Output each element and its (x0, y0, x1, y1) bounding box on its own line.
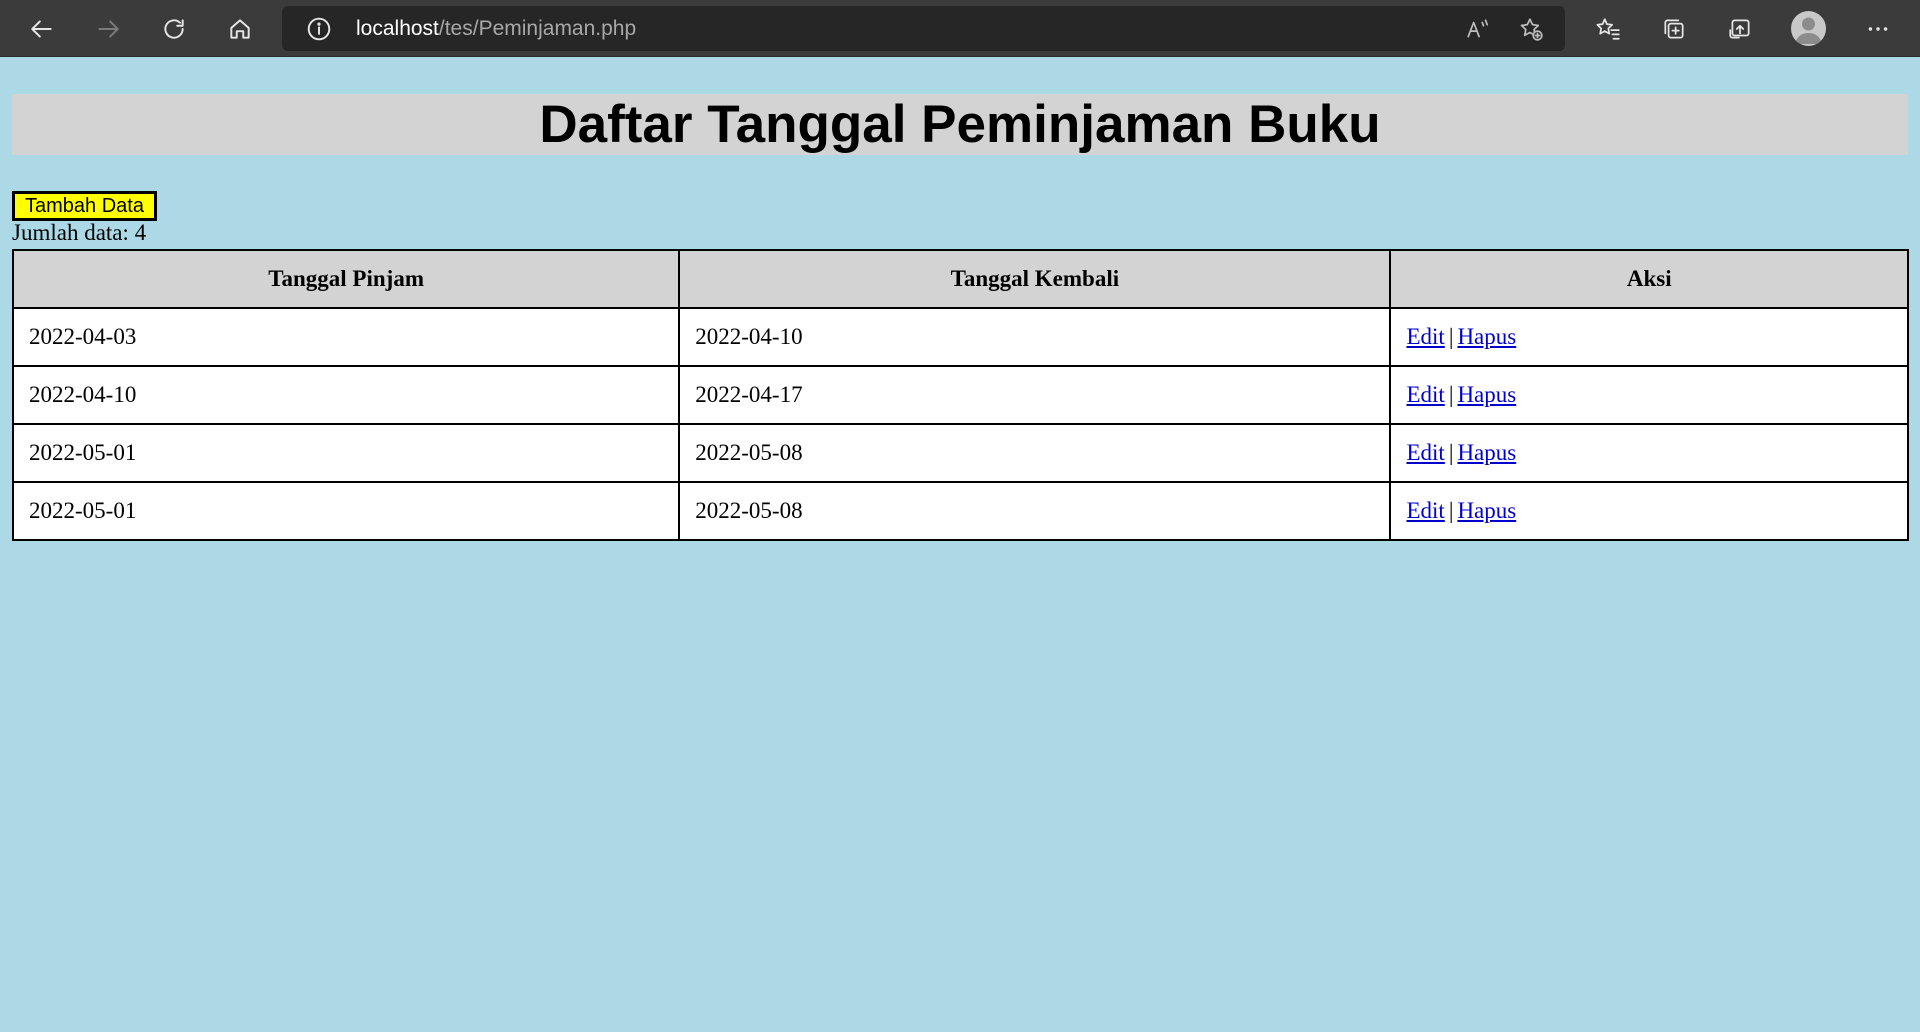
share-button[interactable] (1720, 9, 1760, 49)
add-data-button[interactable]: Tambah Data (12, 191, 157, 221)
more-icon (1868, 27, 1888, 31)
cell-aksi: Edit | Hapus (1389, 365, 1909, 425)
cell-tanggal-kembali: 2022-05-08 (678, 423, 1392, 483)
home-button[interactable] (220, 9, 260, 49)
cell-tanggal-kembali: 2022-05-08 (678, 481, 1392, 541)
reload-icon (164, 19, 184, 39)
table-header-row: Tanggal Pinjam Tanggal Kembali Aksi (11, 249, 1909, 309)
profile-avatar[interactable] (1791, 11, 1826, 46)
cell-aksi: Edit | Hapus (1389, 307, 1909, 367)
profile-icon (1795, 17, 1822, 44)
loan-table: Tanggal Pinjam Tanggal Kembali Aksi 2022… (11, 249, 1909, 541)
cell-tanggal-kembali: 2022-04-17 (678, 365, 1392, 425)
action-separator: | (1448, 382, 1454, 407)
forward-button[interactable] (88, 9, 128, 49)
reload-button[interactable] (154, 9, 194, 49)
add-favorite-button[interactable] (1516, 14, 1546, 44)
page-title: Daftar Tanggal Peminjaman Buku (539, 95, 1381, 154)
read-aloud-button[interactable] (1463, 14, 1493, 44)
cell-aksi: Edit | Hapus (1389, 481, 1909, 541)
info-icon[interactable] (306, 16, 332, 42)
action-separator: | (1448, 440, 1454, 465)
table-row: 2022-04-10 2022-04-17 Edit | Hapus (11, 365, 1909, 425)
hapus-link[interactable]: Hapus (1457, 498, 1516, 523)
browser-toolbar: localhost/tes/Peminjaman.php (0, 0, 1920, 57)
hapus-link[interactable]: Hapus (1457, 440, 1516, 465)
header-tanggal-kembali: Tanggal Kembali (678, 249, 1392, 309)
header-aksi: Aksi (1389, 249, 1909, 309)
favorites-button[interactable] (1588, 9, 1628, 49)
cell-tanggal-pinjam: 2022-04-10 (11, 365, 681, 425)
hapus-link[interactable]: Hapus (1457, 324, 1516, 349)
table-row: 2022-05-01 2022-05-08 Edit | Hapus (11, 423, 1909, 483)
cell-tanggal-pinjam: 2022-05-01 (11, 423, 681, 483)
collections-icon (1664, 19, 1684, 39)
edit-link[interactable]: Edit (1406, 324, 1444, 349)
cell-aksi: Edit | Hapus (1389, 423, 1909, 483)
table-row: 2022-05-01 2022-05-08 Edit | Hapus (11, 481, 1909, 541)
read-aloud-icon (1467, 19, 1489, 38)
back-icon (31, 20, 52, 38)
add-favorite-icon (1520, 18, 1543, 41)
hapus-link[interactable]: Hapus (1457, 382, 1516, 407)
back-button[interactable] (22, 9, 62, 49)
url-path: /tes/Peminjaman.php (438, 17, 637, 40)
url-text[interactable]: localhost/tes/Peminjaman.php (356, 6, 636, 51)
page-content: Daftar Tanggal Peminjaman Buku Tambah Da… (0, 58, 1920, 1032)
url-host: localhost (356, 17, 439, 40)
cell-tanggal-kembali: 2022-04-10 (678, 307, 1392, 367)
header-tanggal-pinjam: Tanggal Pinjam (11, 249, 681, 309)
forward-icon (98, 20, 119, 38)
address-bar[interactable]: localhost/tes/Peminjaman.php (282, 6, 1565, 51)
collections-button[interactable] (1654, 9, 1694, 49)
data-count: Jumlah data: 4 (12, 220, 147, 245)
cell-tanggal-pinjam: 2022-04-03 (11, 307, 681, 367)
action-separator: | (1448, 324, 1454, 349)
title-bar: Daftar Tanggal Peminjaman Buku (12, 94, 1908, 155)
cell-tanggal-pinjam: 2022-05-01 (11, 481, 681, 541)
edit-link[interactable]: Edit (1406, 440, 1444, 465)
home-icon (230, 19, 250, 39)
share-icon (1729, 19, 1750, 39)
edit-link[interactable]: Edit (1406, 382, 1444, 407)
favorites-icon (1596, 18, 1620, 40)
action-separator: | (1448, 498, 1454, 523)
table-row: 2022-04-03 2022-04-10 Edit | Hapus (11, 307, 1909, 367)
edit-link[interactable]: Edit (1406, 498, 1444, 523)
more-button[interactable] (1858, 9, 1898, 49)
